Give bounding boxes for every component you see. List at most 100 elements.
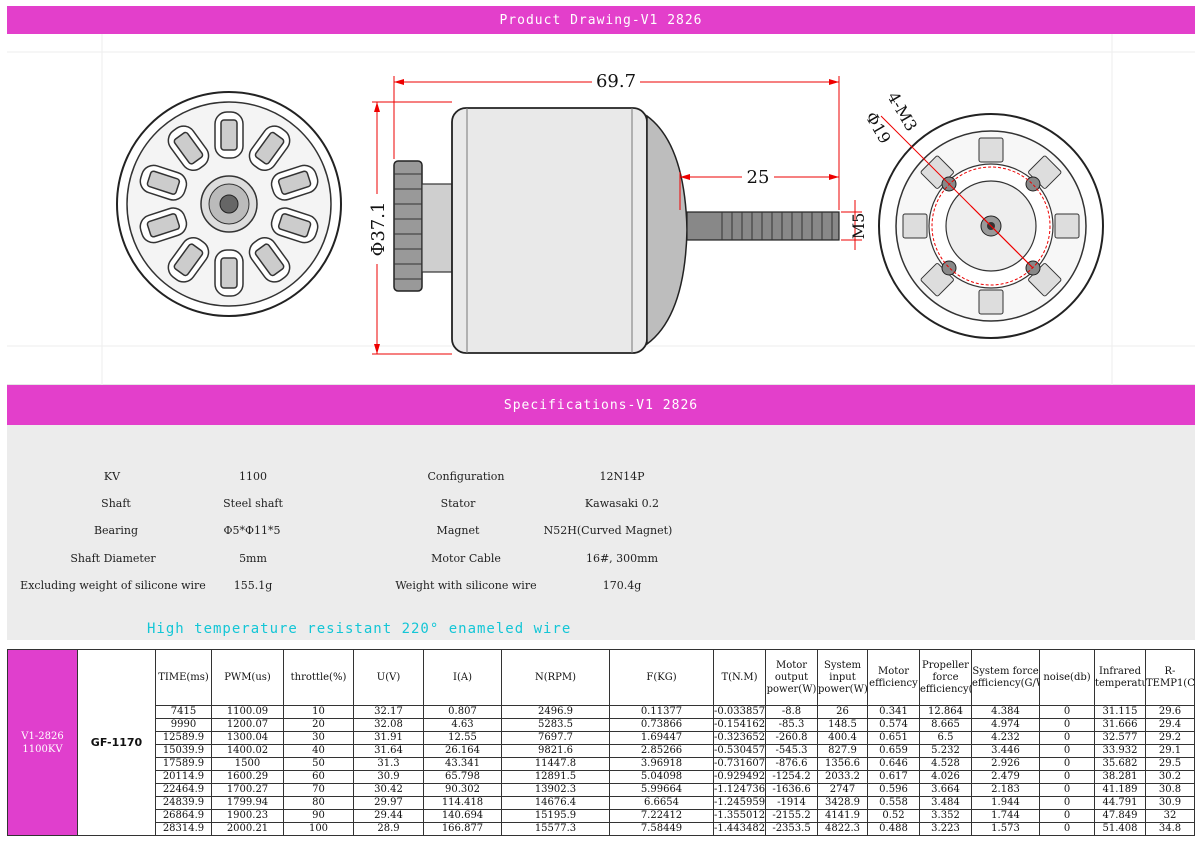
table-cell: 22464.9 [155,783,212,797]
table-cell: 12891.5 [501,770,610,784]
spec-magnet-value: N52H(Curved Magnet) [543,524,673,537]
table-cell: -1.1247367 [713,783,766,797]
drawing-banner-title: Product Drawing-V1 2826 [499,12,703,28]
table-row: 26864.9 1900.23 90 29.44 140.694 15195.9 7.224… [8,809,1195,823]
table-cell: 1600.29 [211,770,284,784]
table-body [8,836,1195,844]
spec-magnet-label: Magnet [436,524,480,537]
table-cell: 32.17 [353,705,424,719]
table-cell: 30.9 [1145,796,1195,810]
model-cell: V1-2826 1100KV [7,649,78,836]
table-cell: 28.9 [353,822,424,836]
table-header-cell: Motor output power(W) [765,649,818,706]
table-cell: 31.91 [353,731,424,745]
table-cell: 9821.6 [501,744,610,758]
product-drawing: 69.7 Φ37.1 25 M5 4-M3 Φ19 [7,34,1195,385]
table-cell: 31.666 [1094,718,1146,732]
table-cell: 0.488 [867,822,920,836]
table-cell: 2496.9 [501,705,610,719]
table-cell: 2.183 [971,783,1040,797]
test-data-table: V1-2826 1100KV GF-1170 TIME(ms) PWM(us) th… [7,649,1195,844]
table-row: 12589.9 1300.04 30 31.91 12.55 7697.7 1.69447-… [8,731,1195,745]
table-cell: 4.974 [971,718,1040,732]
specs-banner: Specifications-V1 2826 [7,385,1195,425]
table-cell: 3.446 [971,744,1040,758]
table-cell: 5.232 [919,744,972,758]
table-cell: 30 [283,731,354,745]
table-cell: 0.558 [867,796,920,810]
table-cell: 4141.9 [817,809,868,823]
table-cell: -1.2459594 [713,796,766,810]
table-cell: 2.85266 [609,744,714,758]
table-cell: 1400.02 [211,744,284,758]
wire-note: High temperature resistant 220° enameled… [147,621,572,637]
spec-weight-excl-value: 155.1g [233,579,273,592]
table-cell: -8.8 [765,705,818,719]
table-cell: 29.5 [1145,757,1195,771]
table-cell: 47.849 [1094,809,1146,823]
table-cell: 3.96918 [609,757,714,771]
table-cell: 2033.2 [817,770,868,784]
table-cell: 3428.9 [817,796,868,810]
spec-config-label: Configuration [427,470,505,483]
table-cell: -0.9294924 [713,770,766,784]
table-cell: -0.7316079 [713,757,766,771]
table-cell: 1.69447 [609,731,714,745]
table-cell: 0.73866 [609,718,714,732]
table-cell: 41.189 [1094,783,1146,797]
table-cell: 20114.9 [155,770,212,784]
table-cell: 0.659 [867,744,920,758]
table-header-cell: F(KG) [609,649,714,706]
spec-kv-label: KV [103,470,121,483]
table-cell: -876.6 [765,757,818,771]
table-cell: 4822.3 [817,822,868,836]
table-cell: 80 [283,796,354,810]
spec-config-value: 12N14P [599,470,645,483]
table-cell: 35.682 [1094,757,1146,771]
table-cell: 1799.94 [211,796,284,810]
table-header-cell: U(V) [353,649,424,706]
table-cell: -0.3236521 [713,731,766,745]
table-row: 15039.9 1400.02 40 31.64 26.164 9821.6 2.85266… [8,744,1195,758]
table-cell: 1500 [211,757,284,771]
spec-bearing-value: Φ5*Φ11*5 [223,524,281,537]
table-cell: 7.22412 [609,809,714,823]
spec-stator-value: Kawasaki 0.2 [584,497,660,510]
table-cell: 30.42 [353,783,424,797]
table-cell: 8.665 [919,718,972,732]
table-cell: 33.932 [1094,744,1146,758]
table-cell: 0.574 [867,718,920,732]
table-cell: 28314.9 [155,822,212,836]
table-cell: 1100.09 [211,705,284,719]
spec-kv-value: 1100 [239,470,267,483]
table-cell: 17589.9 [155,757,212,771]
table-cell: 29.2 [1145,731,1195,745]
table-cell: 3.352 [919,809,972,823]
table-cell: 70 [283,783,354,797]
table-header-cell: Motor efficiency [867,649,920,706]
table-cell: 3.223 [919,822,972,836]
table-cell: 30.2 [1145,770,1195,784]
table-cell: 29.6 [1145,705,1195,719]
table-row: 22464.9 1700.27 70 30.42 90.302 13902.3 5.9966… [8,783,1195,797]
table-cell: 26.164 [423,744,502,758]
table-cell: 0.617 [867,770,920,784]
table-cell: 0 [1039,705,1095,719]
table-cell: 0 [1039,718,1095,732]
table-cell: 1.944 [971,796,1040,810]
table-row: 17589.9 1500 50 31.3 43.341 11447.8 3.96918 -0.… [8,757,1195,771]
table-cell: 0.596 [867,783,920,797]
table-cell: 13902.3 [501,783,610,797]
table-cell: 65.798 [423,770,502,784]
table-cell: 29.4 [1145,718,1195,732]
table-cell: 0 [1039,731,1095,745]
table-cell: -1254.2 [765,770,818,784]
spec-bearing-label: Bearing [93,524,139,537]
spec-motor-cable-value: 16#, 300mm [585,552,659,565]
table-cell: 43.341 [423,757,502,771]
table-cell: -85.3 [765,718,818,732]
spec-weight-incl-value: 170.4g [602,579,642,592]
table-header-cell: System input power(W) [817,649,868,706]
motor-top-view [878,113,1104,339]
table-cell: 32.08 [353,718,424,732]
